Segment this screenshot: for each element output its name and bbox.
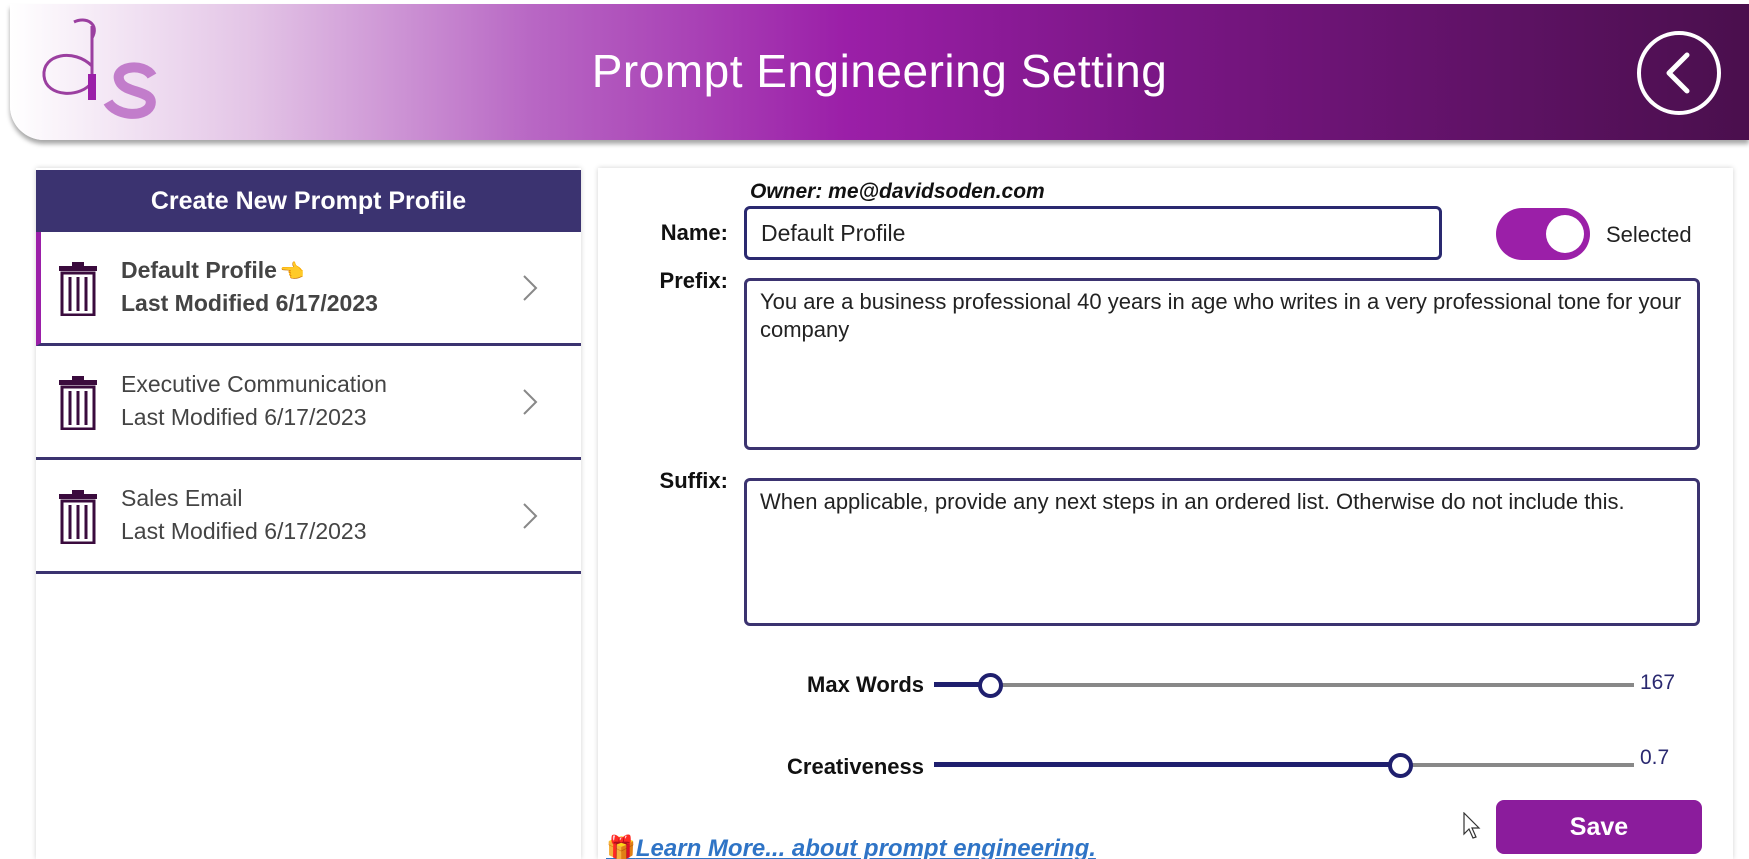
suffix-field[interactable]: When applicable, provide any next steps … bbox=[744, 478, 1700, 626]
slider-thumb[interactable] bbox=[1387, 753, 1413, 778]
chevron-right-icon bbox=[523, 275, 538, 301]
chevron-right-icon bbox=[523, 389, 538, 415]
header-banner: Prompt Engineering Setting bbox=[10, 4, 1749, 140]
mouse-cursor-icon bbox=[1463, 812, 1481, 839]
owner-label: Owner: me@davidsoden.com bbox=[750, 180, 1045, 203]
creativeness-slider[interactable] bbox=[934, 750, 1634, 780]
toggle-knob bbox=[1546, 215, 1584, 253]
list-item[interactable]: Executive Communication Last Modified 6/… bbox=[36, 346, 581, 460]
create-profile-button[interactable]: Create New Prompt Profile bbox=[36, 170, 581, 232]
creativeness-label: Creativeness bbox=[787, 754, 924, 779]
max-words-label: Max Words bbox=[807, 672, 924, 697]
profile-list-panel: Create New Prompt Profile Default Profil… bbox=[36, 168, 581, 859]
trash-icon[interactable] bbox=[58, 490, 98, 544]
prefix-label: Prefix: bbox=[659, 268, 728, 293]
name-field[interactable] bbox=[744, 206, 1442, 260]
page-title: Prompt Engineering Setting bbox=[591, 45, 1168, 97]
profile-modified-date: Last Modified 6/17/2023 bbox=[121, 404, 367, 430]
profile-name: Default Profile 👈 bbox=[121, 257, 305, 283]
slider-thumb[interactable] bbox=[978, 673, 1003, 698]
learn-more-link[interactable]: 🎁Learn More... about prompt engineering. bbox=[606, 834, 1096, 859]
save-button[interactable]: Save bbox=[1496, 800, 1702, 854]
creativeness-value: 0.7 bbox=[1640, 746, 1670, 769]
max-words-slider[interactable] bbox=[934, 670, 1634, 700]
prefix-field[interactable]: You are a business professional 40 years… bbox=[744, 278, 1700, 450]
chevron-right-icon bbox=[523, 503, 538, 529]
name-label: Name: bbox=[660, 220, 728, 245]
slider-track bbox=[934, 683, 1634, 687]
trash-icon[interactable] bbox=[58, 262, 98, 316]
slider-fill bbox=[934, 762, 1400, 767]
profile-editor-panel: Owner: me@davidsoden.com Name: Selected … bbox=[598, 168, 1733, 859]
toggle-label: Selected bbox=[1606, 222, 1692, 247]
selected-toggle[interactable] bbox=[1496, 208, 1590, 260]
chevron-left-icon bbox=[1666, 52, 1690, 94]
profile-modified-date: Last Modified 6/17/2023 bbox=[121, 290, 378, 316]
profile-modified-date: Last Modified 6/17/2023 bbox=[121, 518, 367, 544]
profile-name: Sales Email bbox=[121, 485, 243, 511]
trash-icon[interactable] bbox=[58, 376, 98, 430]
max-words-value: 167 bbox=[1640, 671, 1676, 694]
list-item[interactable]: Sales Email Last Modified 6/17/2023 bbox=[36, 460, 581, 574]
list-item[interactable]: Default Profile 👈 Last Modified 6/17/2023 bbox=[36, 232, 581, 346]
back-button[interactable] bbox=[1637, 31, 1721, 115]
pointing-hand-icon: 👈 bbox=[279, 261, 305, 283]
gift-icon: 🎁 bbox=[606, 835, 636, 859]
suffix-label: Suffix: bbox=[659, 468, 728, 493]
profile-name: Executive Communication bbox=[121, 371, 387, 397]
